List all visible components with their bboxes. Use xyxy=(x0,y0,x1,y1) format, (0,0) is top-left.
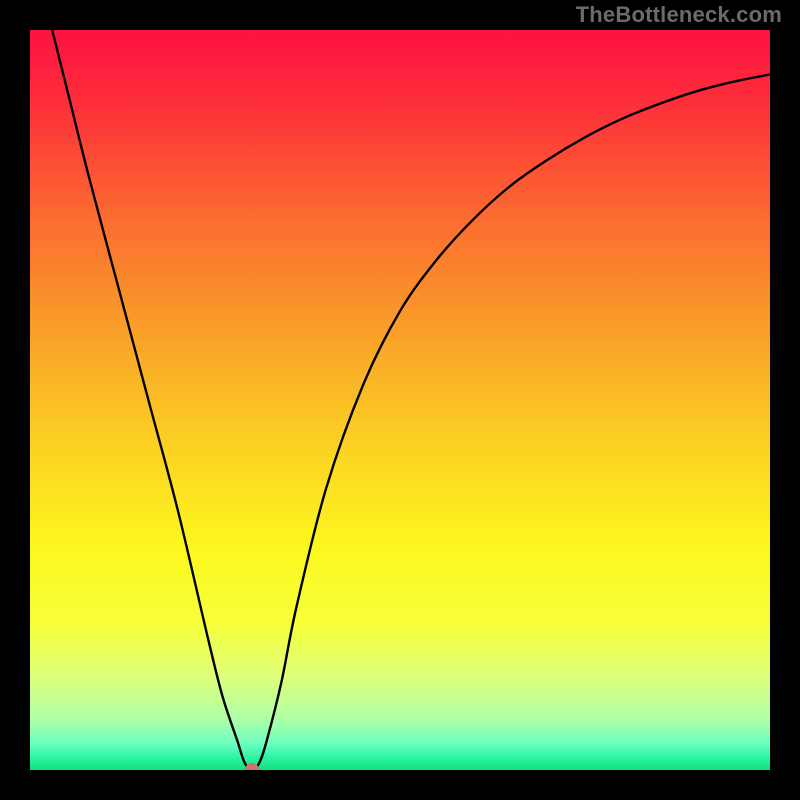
minimum-marker xyxy=(245,763,259,770)
watermark-text: TheBottleneck.com xyxy=(576,2,782,28)
chart-frame: TheBottleneck.com xyxy=(0,0,800,800)
plot-area xyxy=(30,30,770,770)
bottleneck-curve xyxy=(30,30,770,770)
